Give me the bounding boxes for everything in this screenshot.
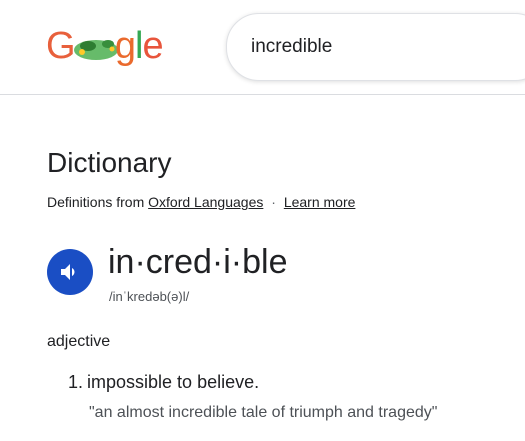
logo-letter-e: e: [142, 25, 163, 67]
pronunciation-button[interactable]: [47, 249, 93, 295]
definition-number: 1.: [68, 372, 84, 392]
search-input[interactable]: [251, 33, 521, 61]
logo-letter-l: l: [134, 25, 144, 67]
definitions-from-label: Definitions from: [47, 194, 145, 210]
logo-letter-g: G: [46, 25, 76, 67]
speaker-icon: [61, 264, 75, 280]
logo-letter-g2: g: [114, 25, 136, 67]
search-box[interactable]: [226, 13, 525, 81]
logo-letter-o2: o: [95, 22, 115, 70]
learn-more-link[interactable]: Learn more: [284, 194, 356, 210]
phonetic-spelling: /inˈkredəb(ə)l/: [109, 289, 190, 304]
definition-text: impossible to believe.: [87, 372, 260, 392]
logo-letter-o1: o: [75, 22, 95, 70]
definition-example: "an almost incredible tale of triumph an…: [89, 404, 438, 421]
header: Google: [0, 0, 525, 95]
separator-dot: ·: [271, 194, 276, 210]
logo-wordmark: Google: [46, 22, 164, 70]
oxford-languages-link[interactable]: Oxford Languages: [148, 194, 263, 210]
definitions-source: Definitions from Oxford Languages · Lear…: [47, 193, 355, 211]
part-of-speech: adjective: [47, 333, 111, 350]
definition-item: 1. impossible to believe.: [68, 371, 259, 393]
dictionary-title: Dictionary: [47, 147, 172, 178]
headword: in·cred·i·ble: [108, 243, 288, 281]
google-doodle-logo[interactable]: Google: [46, 22, 170, 70]
